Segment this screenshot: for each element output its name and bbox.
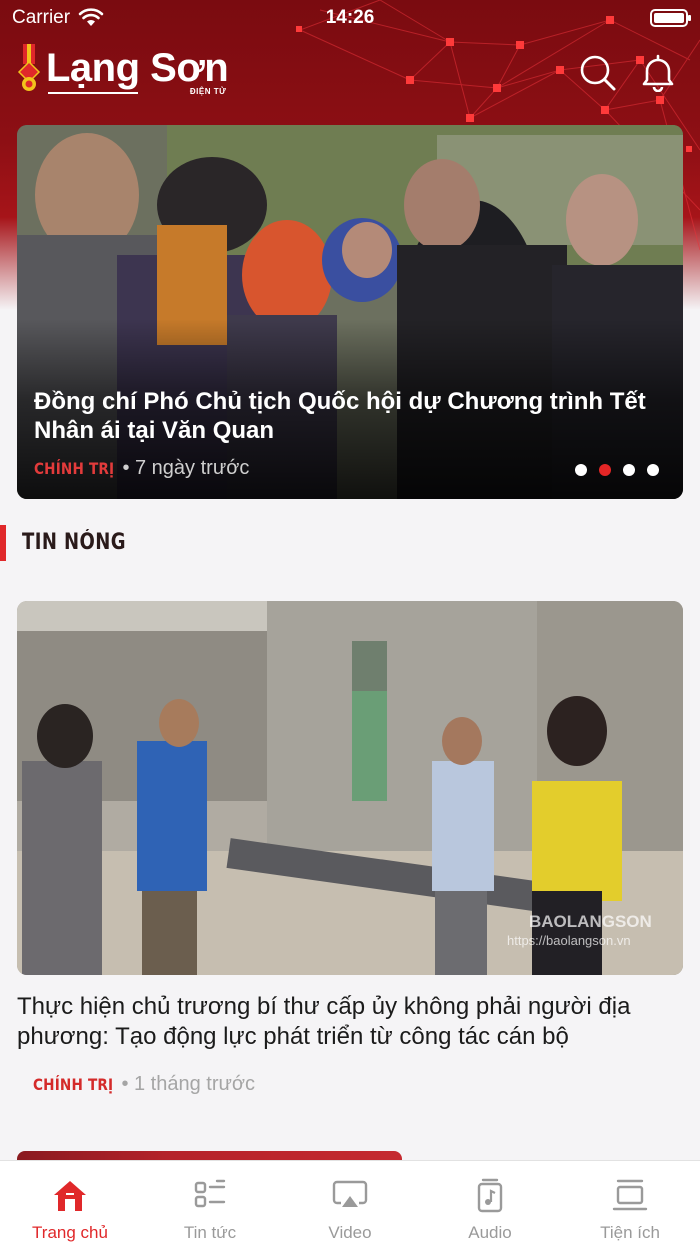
pager-dot-active[interactable] (599, 464, 611, 476)
logo-name: Lạng Sơn (46, 46, 229, 90)
search-icon (580, 55, 616, 91)
pager-dot[interactable] (575, 464, 587, 476)
section-accent-bar (0, 525, 6, 561)
tab-label: Trang chủ (32, 1223, 108, 1242)
tab-label: Tin tức (183, 1223, 237, 1242)
article-photo-image: BAOLANGSON https://baolangson.vn (17, 601, 683, 975)
status-time: 14:26 (325, 7, 375, 28)
section-title: TIN NÓNG (22, 530, 127, 555)
article-title[interactable]: Thực hiện chủ trương bí thư cấp ủy không… (17, 992, 687, 1052)
pager-dot[interactable] (647, 464, 659, 476)
app-logo[interactable]: Lạng Sơn ĐIỆN TỬ (16, 44, 229, 96)
article-category[interactable]: CHÍNH TRỊ (33, 1075, 113, 1094)
featured-article-category[interactable]: CHÍNH TRỊ (34, 459, 114, 478)
tab-home[interactable]: Trang chủ (0, 1161, 140, 1244)
carousel-pager[interactable] (575, 464, 659, 476)
featured-article-meta: CHÍNH TRỊ • 7 ngày trước (34, 457, 249, 480)
pager-dot[interactable] (623, 464, 635, 476)
tab-audio[interactable]: Audio (420, 1161, 560, 1244)
tab-utilities[interactable]: Tiện ích (560, 1161, 700, 1244)
tab-label: Video (328, 1223, 372, 1242)
utilities-icon (612, 1179, 648, 1211)
article-watermark-url: https://baolangson.vn (507, 933, 631, 948)
logo-subtitle: ĐIỆN TỬ (189, 87, 227, 96)
list-icon (194, 1179, 226, 1208)
video-icon (332, 1180, 368, 1207)
logo-underline (48, 92, 138, 94)
home-icon (54, 1181, 86, 1211)
bell-icon (642, 54, 674, 93)
app-bar: Lạng Sơn ĐIỆN TỬ (0, 40, 700, 104)
notification-button[interactable] (638, 52, 678, 93)
status-bar: Carrier 14:26 (0, 0, 700, 36)
search-button[interactable] (578, 52, 618, 92)
bottom-tab-bar: Trang chủ Tin tức Video Audio Tiện ích (0, 1160, 700, 1244)
article-watermark: BAOLANGSON (529, 912, 652, 931)
featured-article-card[interactable]: Đồng chí Phó Chủ tịch Quốc hội dự Chương… (17, 125, 683, 499)
tab-label: Tiện ích (600, 1223, 660, 1242)
article-meta: CHÍNH TRỊ • 1 tháng trước (33, 1073, 255, 1096)
featured-article-time: • 7 ngày trước (122, 457, 250, 479)
tab-news[interactable]: Tin tức (140, 1161, 280, 1244)
tab-video[interactable]: Video (280, 1161, 420, 1244)
article-photo[interactable]: BAOLANGSON https://baolangson.vn (17, 601, 683, 975)
featured-article-title[interactable]: Đồng chí Phó Chủ tịch Quốc hội dự Chương… (34, 387, 654, 445)
battery-icon (650, 9, 691, 27)
tab-label: Audio (468, 1223, 512, 1242)
medal-icon (17, 44, 41, 91)
article-time: • 1 tháng trước (121, 1073, 256, 1095)
audio-icon (477, 1178, 503, 1213)
